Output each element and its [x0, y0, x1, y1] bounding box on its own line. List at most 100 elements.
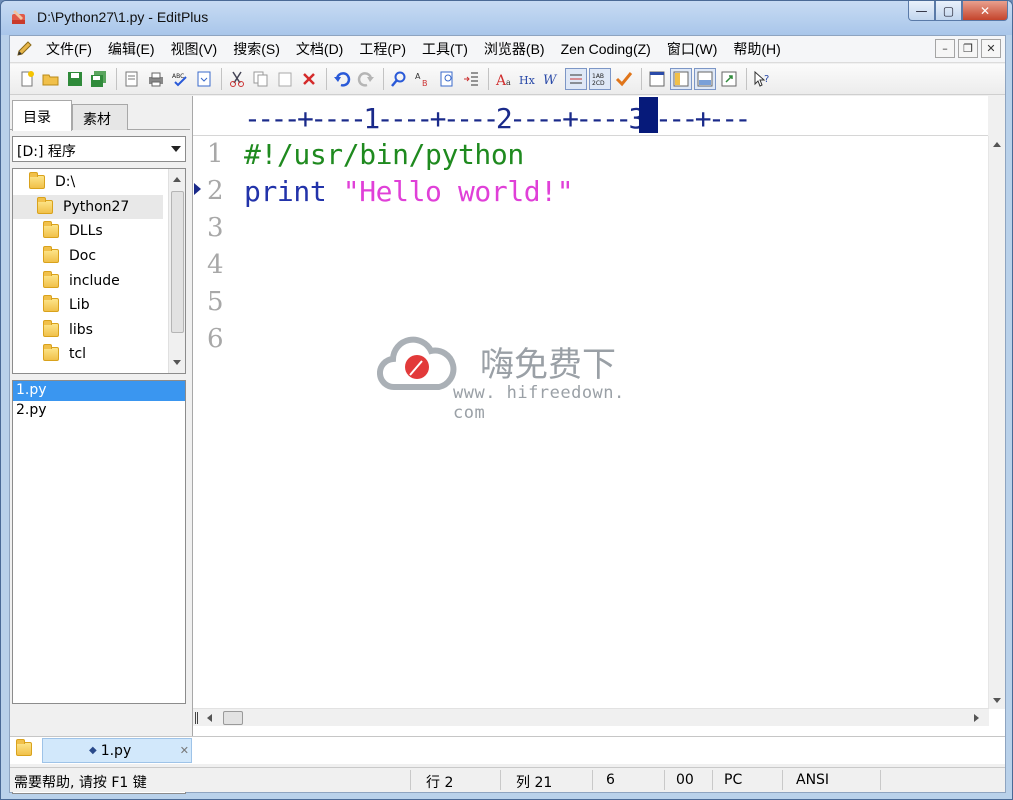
status-separator: [712, 770, 713, 790]
status-help: 需要帮助, 请按 F1 键: [14, 775, 147, 791]
doc-restore-button[interactable]: ❐: [958, 39, 978, 58]
close-tab-icon[interactable]: ✕: [180, 744, 189, 757]
pencil-icon[interactable]: [10, 36, 38, 63]
tree-item-label: tcl: [69, 346, 87, 362]
doc-minimize-button[interactable]: –: [935, 39, 955, 58]
spell-check-icon[interactable]: ABC: [169, 68, 191, 90]
scroll-down-icon[interactable]: [993, 698, 1001, 703]
column-ruler-icon[interactable]: 1AB 2CD: [589, 68, 611, 90]
menu-zen-coding[interactable]: Zen Coding(Z): [553, 41, 659, 57]
tree-item[interactable]: D:\: [29, 170, 75, 194]
copy-icon[interactable]: [250, 68, 272, 90]
drive-select[interactable]: [D:] 程序: [12, 136, 186, 162]
hex-icon[interactable]: Hx: [517, 68, 539, 90]
ruler-corner: [988, 96, 1005, 136]
line-number-icon[interactable]: [565, 68, 587, 90]
menu-file[interactable]: 文件(F): [38, 39, 100, 59]
minimize-icon: —: [915, 3, 928, 18]
tree-item[interactable]: Lib: [43, 293, 90, 317]
menu-window[interactable]: 窗口(W): [659, 39, 726, 59]
split-handle-icon[interactable]: [195, 712, 198, 724]
delete-icon[interactable]: [298, 68, 320, 90]
goto-line-icon[interactable]: [460, 68, 482, 90]
check-icon[interactable]: [613, 68, 635, 90]
line-number: 2: [207, 176, 224, 206]
tab-cliptext[interactable]: 素材: [72, 104, 128, 130]
menu-view[interactable]: 视图(V): [163, 39, 226, 59]
help-context-icon[interactable]: ?: [751, 68, 773, 90]
output-window-icon[interactable]: [646, 68, 668, 90]
tree-item[interactable]: DLLs: [43, 219, 103, 243]
word-wrap-icon[interactable]: W: [541, 68, 563, 90]
save-icon[interactable]: [64, 68, 86, 90]
tree-scrollbar[interactable]: [168, 169, 185, 373]
tree-item[interactable]: Doc: [43, 244, 96, 268]
tree-item[interactable]: include: [43, 269, 120, 293]
watermark-title: 嗨免费下: [480, 345, 616, 385]
save-all-icon[interactable]: [88, 68, 110, 90]
editor-vertical-scrollbar[interactable]: [988, 136, 1005, 709]
browser-icon[interactable]: [718, 68, 740, 90]
scroll-thumb[interactable]: [223, 711, 243, 725]
editor-pane[interactable]: ----+----1----+----2----+----3----+--- 1…: [192, 96, 1005, 736]
scroll-right-icon[interactable]: [974, 714, 979, 722]
doc-close-button[interactable]: ✕: [981, 39, 1001, 58]
maximize-button[interactable]: ▢: [935, 1, 962, 21]
undo-icon[interactable]: [331, 68, 353, 90]
editor-horizontal-scrollbar[interactable]: [193, 708, 989, 726]
svg-text:ABC: ABC: [172, 73, 184, 80]
close-button[interactable]: ✕: [962, 1, 1008, 21]
cliptext-window-icon[interactable]: [694, 68, 716, 90]
new-file-icon[interactable]: [16, 68, 38, 90]
cut-icon[interactable]: [226, 68, 248, 90]
scroll-up-icon[interactable]: [173, 177, 181, 182]
menu-search[interactable]: 搜索(S): [225, 39, 288, 59]
svg-text:Hx: Hx: [519, 74, 536, 87]
font-icon[interactable]: Aa: [493, 68, 515, 90]
status-separator: [592, 770, 593, 790]
menu-document[interactable]: 文档(D): [288, 39, 351, 59]
doc-tab-1py[interactable]: ◆ 1.py ✕: [42, 738, 192, 763]
scroll-left-icon[interactable]: [207, 714, 212, 722]
code-line-1[interactable]: #!/usr/bin/python: [244, 138, 524, 171]
status-separator: [500, 770, 501, 790]
menu-help[interactable]: 帮助(H): [725, 39, 788, 59]
title-bar[interactable]: D:\Python27\1.py - EditPlus — ▢ ✕: [1, 1, 1012, 35]
file-item-2py[interactable]: 2.py: [13, 401, 185, 421]
print-preview-icon[interactable]: [121, 68, 143, 90]
clip-text-icon[interactable]: [193, 68, 215, 90]
find-in-files-icon[interactable]: [436, 68, 458, 90]
file-item-1py[interactable]: 1.py: [13, 381, 185, 401]
folder-icon[interactable]: [16, 739, 32, 756]
menu-project[interactable]: 工程(P): [351, 39, 414, 59]
line-number: 6: [207, 324, 224, 354]
print-icon[interactable]: [145, 68, 167, 90]
menu-edit[interactable]: 编辑(E): [100, 39, 163, 59]
scroll-thumb[interactable]: [171, 191, 184, 333]
replace-icon[interactable]: AB: [412, 68, 434, 90]
tree-item-label: DLLs: [69, 223, 103, 239]
scroll-up-icon[interactable]: [993, 142, 1001, 147]
open-folder-icon[interactable]: [40, 68, 62, 90]
status-encoding: ANSI: [796, 772, 830, 788]
cloud-logo-icon: [377, 336, 457, 391]
tree-item[interactable]: tcl: [43, 342, 86, 366]
code-line-2[interactable]: print "Hello world!": [244, 175, 574, 208]
menu-tools[interactable]: 工具(T): [414, 39, 476, 59]
folder-icon: [43, 344, 59, 361]
directory-window-icon[interactable]: [670, 68, 692, 90]
scroll-down-icon[interactable]: [173, 360, 181, 365]
svg-text:a: a: [506, 78, 511, 87]
tab-directory[interactable]: 目录: [12, 100, 72, 131]
tree-item[interactable]: libs: [43, 318, 93, 342]
minimize-button[interactable]: —: [908, 1, 935, 21]
redo-icon[interactable]: [355, 68, 377, 90]
directory-tree: D:\ Python27 DLLs Doc include Lib libs t…: [12, 168, 186, 374]
editplus-window: D:\Python27\1.py - EditPlus — ▢ ✕ 文件(F) …: [0, 0, 1013, 800]
find-icon[interactable]: [388, 68, 410, 90]
paste-icon[interactable]: [274, 68, 296, 90]
toolbar-separator: [641, 68, 642, 90]
folder-icon: [43, 271, 59, 288]
menu-browser[interactable]: 浏览器(B): [476, 39, 553, 59]
tree-item-python27[interactable]: Python27: [13, 195, 163, 219]
